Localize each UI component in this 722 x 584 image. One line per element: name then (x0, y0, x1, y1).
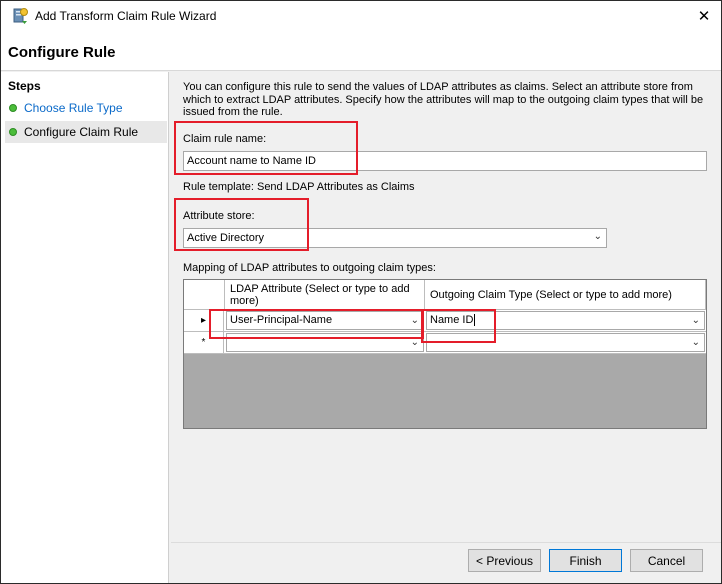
window-title: Add Transform Claim Rule Wizard (35, 9, 217, 23)
step-current-icon (9, 128, 17, 136)
chevron-down-icon: ⌄ (410, 315, 419, 326)
cancel-button[interactable]: Cancel (630, 549, 703, 572)
previous-button[interactable]: < Previous (468, 549, 541, 572)
ldap-attribute-value: User-Principal-Name (230, 314, 333, 326)
claim-rule-name-label: Claim rule name: (183, 133, 267, 145)
page-header: Configure Rule (1, 31, 721, 71)
rule-template-label: Rule template: Send LDAP Attributes as C… (183, 181, 415, 193)
attribute-store-label: Attribute store: (183, 210, 255, 222)
claim-rule-name-value: Account name to Name ID (187, 155, 317, 167)
table-row[interactable]: * ⌄ ⌄ (184, 332, 706, 354)
claim-rule-name-input[interactable]: Account name to Name ID (183, 151, 707, 171)
attribute-store-select[interactable]: Active Directory ⌄ (183, 228, 607, 248)
column-header-outgoing-claim-type[interactable]: Outgoing Claim Type (Select or type to a… (425, 280, 706, 310)
step-configure-claim-rule: Configure Claim Rule (5, 121, 167, 143)
mapping-label: Mapping of LDAP attributes to outgoing c… (183, 262, 436, 274)
step-complete-icon (9, 104, 17, 112)
chevron-down-icon: ⌄ (691, 337, 700, 348)
footer-divider (171, 542, 721, 543)
description-text: You can configure this rule to send the … (183, 81, 704, 118)
outgoing-claim-type-select[interactable]: ⌄ (426, 333, 705, 352)
step-label: Choose Rule Type (24, 101, 123, 115)
outgoing-claim-type-value: Name ID (430, 314, 474, 326)
title-bar[interactable]: Add Transform Claim Rule Wizard ✕ (1, 1, 721, 31)
table-row[interactable]: ▸ User-Principal-Name ⌄ Name ID ⌄ (184, 310, 706, 332)
ldap-attribute-select[interactable]: ⌄ (226, 333, 424, 352)
column-header-ldap-attribute[interactable]: LDAP Attribute (Select or type to add mo… (225, 280, 425, 310)
mapping-grid[interactable]: LDAP Attribute (Select or type to add mo… (183, 279, 707, 429)
page-title: Configure Rule (8, 44, 116, 61)
close-icon: ✕ (697, 8, 711, 25)
attribute-store-value: Active Directory (187, 232, 265, 244)
step-choose-rule-type[interactable]: Choose Rule Type (5, 97, 167, 119)
steps-pane: Steps Choose Rule Type Configure Claim R… (1, 72, 169, 583)
server-wizard-icon (13, 8, 28, 24)
chevron-down-icon: ⌄ (410, 337, 419, 348)
chevron-down-icon: ⌄ (593, 231, 602, 242)
configure-pane: You can configure this rule to send the … (171, 72, 721, 583)
row-selector-arrow-icon: ▸ (184, 310, 224, 331)
close-button[interactable]: ✕ (687, 1, 721, 31)
text-cursor (474, 314, 476, 327)
grid-corner-cell (184, 280, 225, 310)
new-row-marker-icon: * (184, 332, 224, 353)
grid-header: LDAP Attribute (Select or type to add mo… (184, 280, 706, 310)
chevron-down-icon: ⌄ (691, 315, 700, 326)
ldap-attribute-select[interactable]: User-Principal-Name ⌄ (226, 311, 424, 330)
wizard-window: Add Transform Claim Rule Wizard ✕ Config… (0, 0, 722, 584)
step-label: Configure Claim Rule (24, 125, 139, 139)
outgoing-claim-type-select[interactable]: Name ID ⌄ (426, 311, 705, 330)
finish-button[interactable]: Finish (549, 549, 622, 572)
steps-heading: Steps (8, 79, 41, 93)
